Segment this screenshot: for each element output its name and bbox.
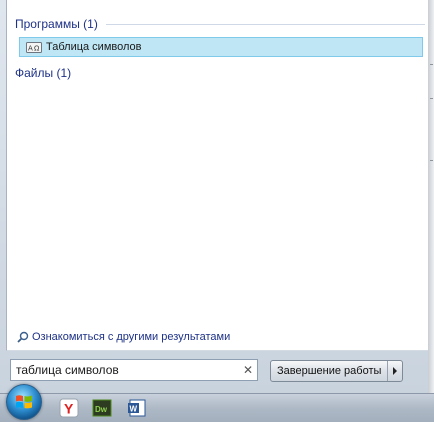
- shutdown-label: Завершение работы: [277, 365, 382, 377]
- result-item-character-map[interactable]: A Ω Таблица символов: [19, 37, 423, 57]
- group-header-files[interactable]: Файлы (1): [15, 66, 425, 80]
- search-results-pane: Программы (1) A Ω Таблица символов Файлы…: [6, 0, 429, 351]
- frame-tick: [430, 160, 433, 161]
- files-header-label: Файлы (1): [15, 66, 72, 80]
- search-icon: [17, 331, 29, 343]
- frame-tick: [430, 64, 433, 65]
- windows-logo-icon: [16, 395, 32, 409]
- taskbar: Y Dw W: [0, 384, 434, 422]
- character-map-icon: A Ω: [26, 40, 42, 54]
- start-button[interactable]: [6, 384, 42, 420]
- svg-text:Dw: Dw: [95, 405, 108, 414]
- more-results-link[interactable]: Ознакомиться с другими результатами: [17, 331, 230, 343]
- svg-text:A: A: [28, 45, 33, 53]
- word-icon: W: [128, 399, 146, 417]
- window-edge: [428, 0, 434, 393]
- dreamweaver-icon: Dw: [92, 399, 112, 417]
- clear-icon[interactable]: ✕: [239, 363, 257, 377]
- more-results-label: Ознакомиться с другими результатами: [32, 331, 231, 343]
- search-input[interactable]: [11, 361, 239, 379]
- start-menu: Программы (1) A Ω Таблица символов Файлы…: [0, 0, 429, 393]
- programs-header-label: Программы (1): [15, 17, 98, 31]
- shutdown-button-group: Завершение работы: [270, 360, 404, 382]
- shutdown-options-button[interactable]: [387, 361, 402, 381]
- svg-text:Ω: Ω: [34, 45, 40, 53]
- taskbar-app-yandex-browser[interactable]: Y: [56, 396, 82, 420]
- chevron-right-icon: [393, 367, 398, 375]
- frame-tick: [430, 98, 433, 99]
- shutdown-button[interactable]: Завершение работы: [271, 361, 387, 381]
- search-box[interactable]: ✕: [10, 359, 258, 381]
- taskbar-app-dreamweaver[interactable]: Dw: [89, 396, 115, 420]
- group-header-programs[interactable]: Программы (1): [15, 17, 425, 31]
- result-item-label: Таблица символов: [46, 41, 142, 53]
- taskbar-app-word[interactable]: W: [124, 396, 150, 420]
- svg-text:W: W: [130, 405, 138, 414]
- yandex-browser-icon: Y: [59, 398, 79, 418]
- programs-header-divider: [105, 23, 425, 25]
- svg-text:Y: Y: [64, 401, 74, 417]
